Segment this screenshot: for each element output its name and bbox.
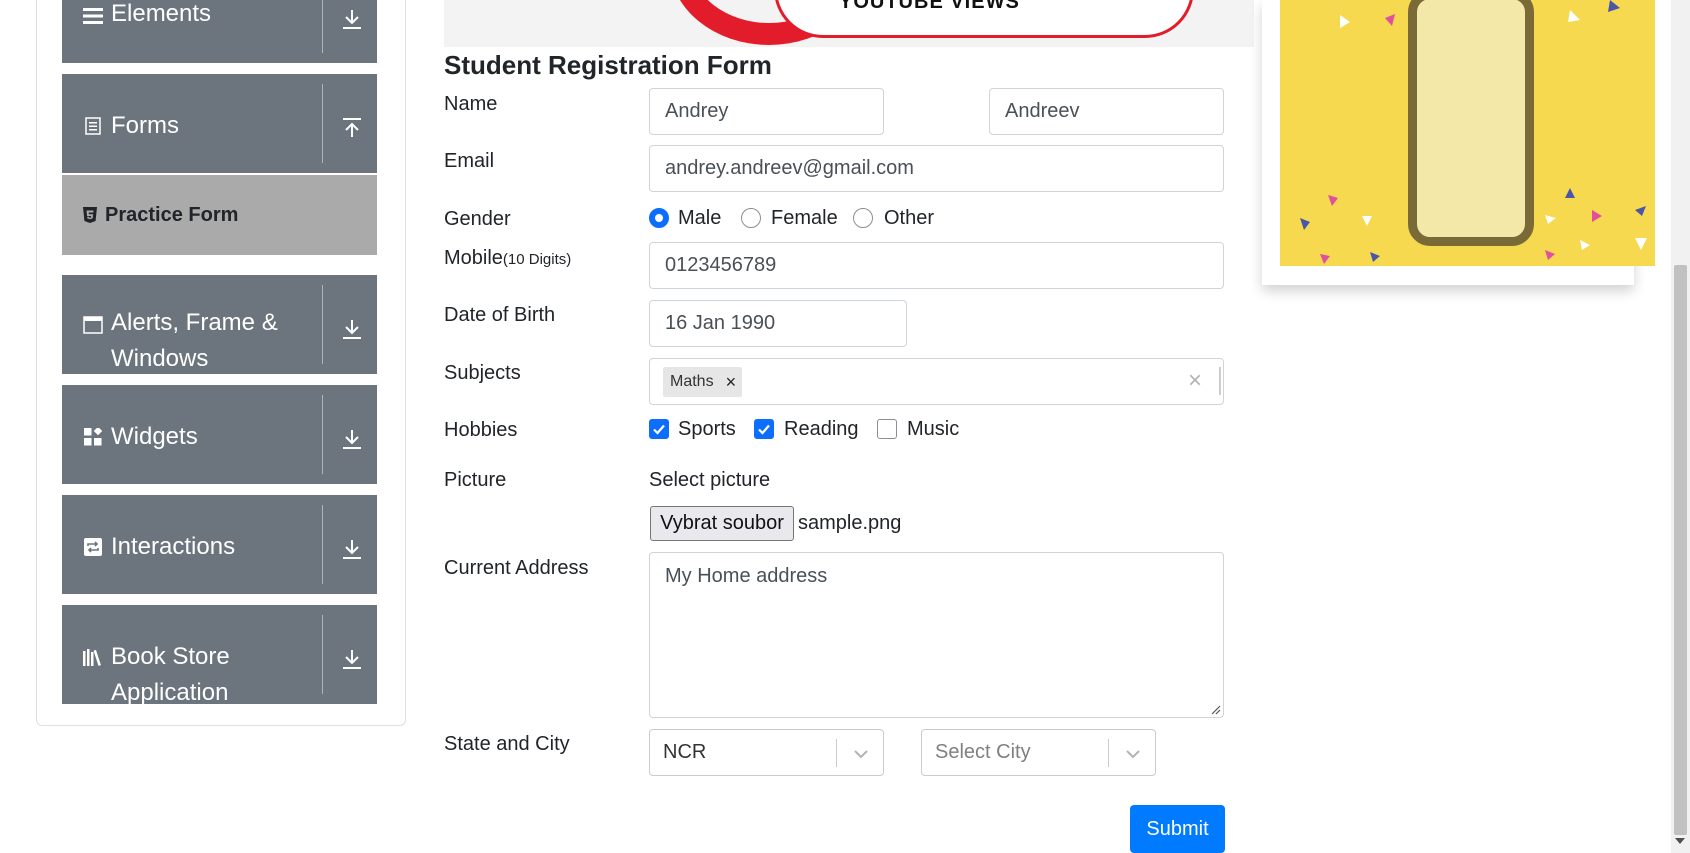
scrollbar-thumb[interactable]	[1674, 265, 1687, 835]
resize-handle-icon[interactable]	[1209, 703, 1221, 715]
hobbies-label: Hobbies	[444, 419, 518, 441]
list-icon	[83, 6, 103, 26]
banner-text: YOUTUBE VIEWS	[839, 0, 1020, 13]
group-divider	[322, 505, 323, 584]
upload-arrow-icon[interactable]	[342, 117, 362, 139]
dob-label: Date of Birth	[444, 304, 556, 326]
download-arrow-icon[interactable]	[342, 648, 362, 670]
mobile-label-text: Mobile	[444, 247, 503, 269]
city-placeholder: Select City	[935, 741, 1031, 763]
check-icon	[653, 424, 665, 435]
sidebar-group-label: Book Store Application	[111, 643, 230, 706]
chip-remove-icon[interactable]: ×	[726, 372, 737, 393]
gender-female-label[interactable]: Female	[771, 207, 838, 230]
subjects-divider	[1219, 367, 1221, 395]
sidebar-group-alerts[interactable]: Alerts, Frame & Windows	[62, 275, 377, 374]
chip-label: Maths	[670, 373, 714, 390]
group-divider	[322, 285, 323, 364]
dob-input[interactable]: 16 Jan 1990	[649, 300, 907, 347]
submit-button[interactable]: Submit	[1130, 805, 1225, 853]
interactions-icon	[83, 537, 103, 557]
sidebar-group-label: Widgets	[111, 423, 198, 450]
current-address-label: Current Address	[444, 557, 589, 579]
mobile-label: Mobile(10 Digits)	[444, 247, 571, 270]
picture-label: Picture	[444, 469, 507, 491]
group-divider	[322, 395, 323, 474]
widgets-icon	[83, 427, 103, 447]
file-name-text: sample.png	[798, 512, 902, 534]
group-divider	[322, 84, 323, 163]
check-icon	[758, 424, 770, 435]
hobby-reading-label[interactable]: Reading	[784, 418, 859, 441]
gender-male-label[interactable]: Male	[678, 207, 721, 230]
subject-chip-maths: Maths ×	[663, 367, 743, 397]
gender-male-radio[interactable]	[649, 208, 669, 228]
sidebar-group-label: Alerts, Frame & Windows	[111, 309, 278, 372]
chevron-down-icon[interactable]	[1123, 744, 1143, 764]
hobby-music-checkbox[interactable]	[877, 419, 897, 439]
select-picture-label: Select picture	[649, 469, 771, 491]
sidebar-group-forms[interactable]: Forms	[62, 74, 377, 173]
select-divider	[1108, 739, 1109, 767]
youtube-views-banner[interactable]: YOUTUBE VIEWS	[444, 0, 1254, 47]
email-input[interactable]: andrey.andreev@gmail.com	[649, 145, 1224, 192]
hobby-reading-checkbox[interactable]	[754, 419, 774, 439]
choose-file-button[interactable]: Vybrat soubor	[650, 506, 794, 541]
sidebar-group-label: Elements	[111, 0, 212, 27]
hobby-sports-checkbox[interactable]	[649, 419, 669, 439]
document-icon	[83, 116, 103, 136]
clear-subjects-icon[interactable]: ×	[1188, 367, 1202, 395]
group-divider	[322, 615, 323, 694]
sidebar-group-book-store[interactable]: Book Store Application	[62, 605, 377, 706]
mobile-hint: (10 Digits)	[502, 251, 572, 268]
gender-female-radio[interactable]	[741, 208, 761, 228]
download-arrow-icon[interactable]	[342, 538, 362, 560]
sidebar-item-label: Practice Form	[105, 204, 239, 226]
download-arrow-icon[interactable]	[342, 428, 362, 450]
mobile-input[interactable]: 0123456789	[649, 242, 1224, 289]
sidebar-group-label: Interactions	[111, 533, 236, 560]
email-label: Email	[444, 150, 495, 172]
download-arrow-icon[interactable]	[342, 8, 362, 30]
group-divider	[322, 0, 323, 53]
sidebar-group-label: Forms	[111, 112, 179, 139]
html5-icon	[82, 206, 98, 224]
hobby-sports-label[interactable]: Sports	[678, 418, 736, 441]
window-icon	[83, 315, 103, 335]
hobby-music-label[interactable]: Music	[907, 418, 959, 441]
chevron-down-icon[interactable]	[851, 744, 871, 764]
state-select[interactable]: NCR	[649, 729, 884, 776]
state-value: NCR	[663, 741, 707, 763]
gender-other-radio[interactable]	[853, 208, 873, 228]
sidebar-group-elements[interactable]: Elements	[62, 0, 377, 63]
form-title: Student Registration Form	[444, 50, 772, 80]
sidebar-group-widgets[interactable]: Widgets	[62, 385, 377, 484]
advertisement[interactable]	[1280, 0, 1655, 266]
sidebar-item-practice-form[interactable]: Practice Form	[62, 175, 377, 255]
current-address-textarea[interactable]: My Home address	[649, 552, 1224, 718]
phone-illustration	[1408, 0, 1534, 246]
gender-label: Gender	[444, 208, 511, 230]
subjects-label: Subjects	[444, 362, 521, 384]
city-select[interactable]: Select City	[921, 729, 1156, 776]
download-arrow-icon[interactable]	[342, 318, 362, 340]
books-icon	[83, 647, 103, 667]
first-name-input[interactable]: Andrey	[649, 88, 884, 135]
scroll-down-icon[interactable]	[1675, 838, 1685, 844]
name-label: Name	[444, 93, 498, 115]
sidebar-group-interactions[interactable]: Interactions	[62, 495, 377, 594]
state-city-label: State and City	[444, 733, 570, 755]
select-divider	[836, 739, 837, 767]
last-name-input[interactable]: Andreev	[989, 88, 1224, 135]
gender-other-label[interactable]: Other	[884, 207, 934, 230]
address-text: My Home address	[665, 565, 828, 587]
